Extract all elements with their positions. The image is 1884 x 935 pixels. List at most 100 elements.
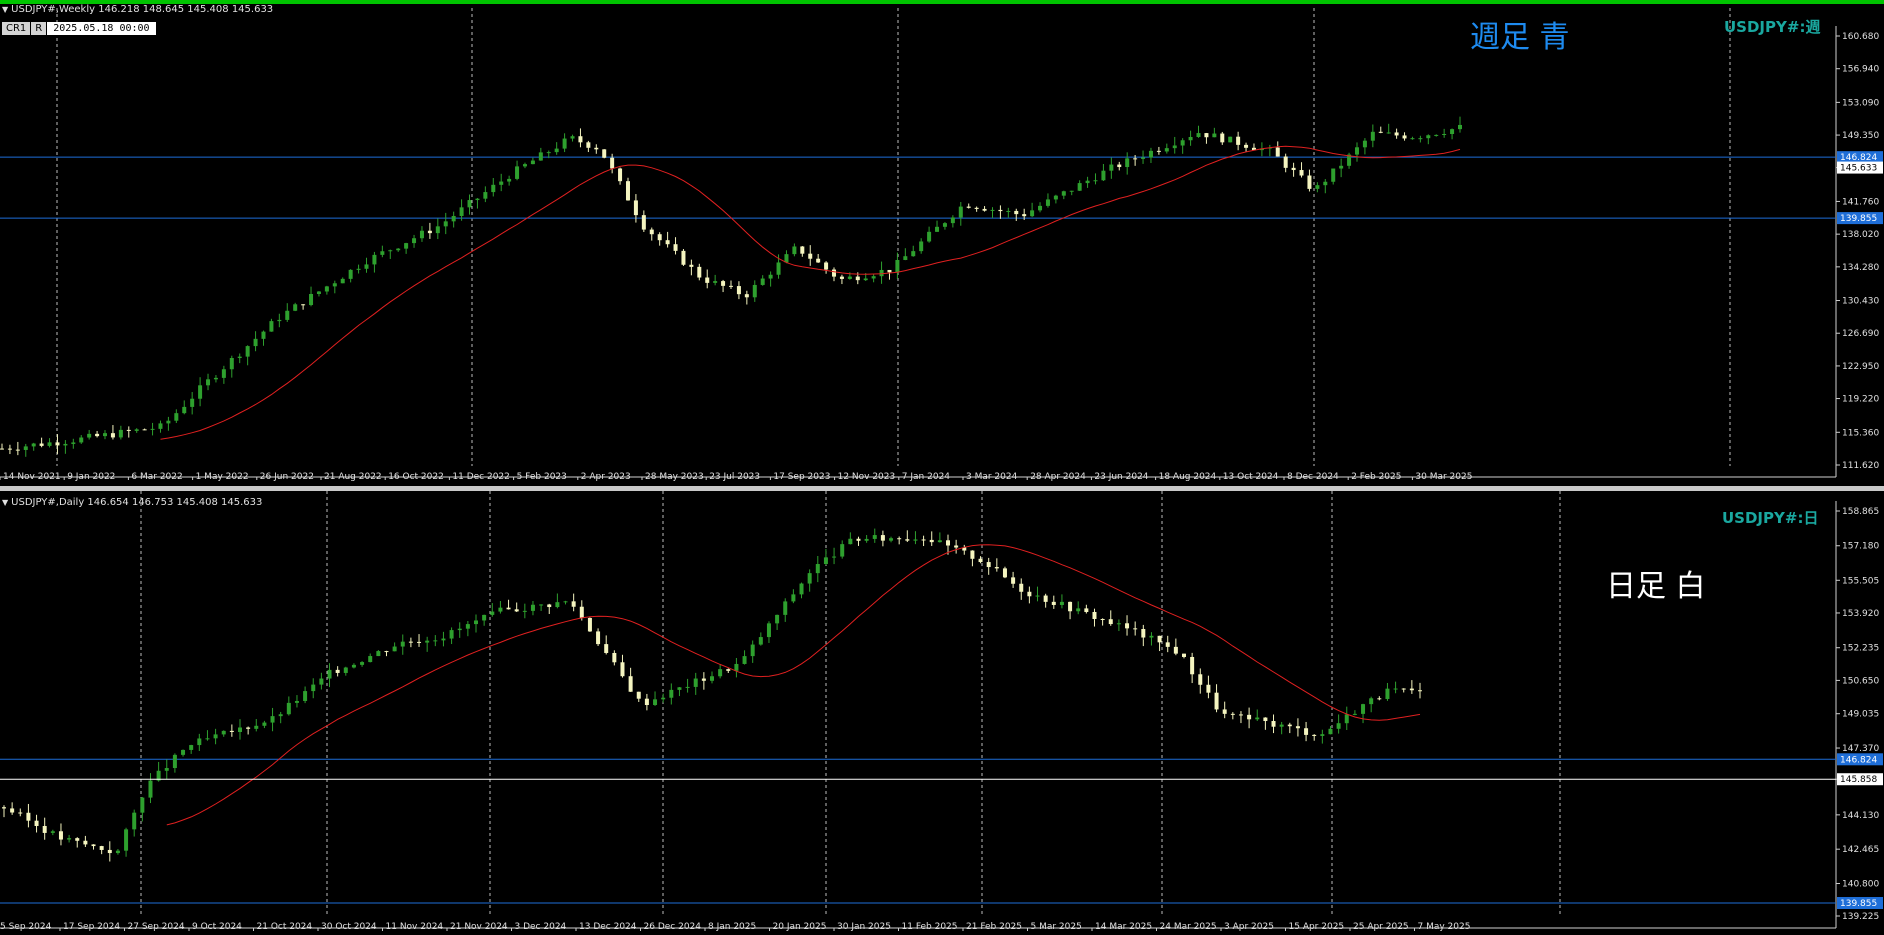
weekly-candle-body (665, 240, 670, 245)
daily-chart-canvas[interactable]: 158.865 157.180 155.505 153.920 152.235 150.6… (0, 491, 1884, 935)
date-field[interactable]: 2025.05.18 00:00 (47, 22, 156, 35)
weekly-candle-body (657, 234, 662, 241)
daily-candle-body (1084, 608, 1089, 612)
daily-candle-body (929, 539, 934, 543)
weekly-candle-body (404, 243, 409, 249)
weekly-candle-body (1030, 210, 1035, 217)
weekly-candle-body (839, 276, 844, 279)
weekly-current-price-label: 145.633 (1840, 164, 1877, 174)
weekly-candle-body (483, 192, 488, 199)
weekly-candle-body (293, 304, 298, 311)
collapse-triangle-icon[interactable]: ▼ (2, 498, 8, 507)
daily-candle-body (1092, 611, 1097, 619)
weekly-candle-body (1093, 180, 1098, 182)
daily-candle-body (99, 846, 104, 850)
daily-candle-body (294, 700, 299, 703)
daily-chart-panel[interactable]: 158.865 157.180 155.505 153.920 152.235 150.6… (0, 491, 1884, 935)
daily-xtick-label: 11 Feb 2025 (902, 922, 958, 932)
weekly-candle-body (372, 254, 377, 265)
daily-xtick-label: 15 Apr 2025 (1289, 922, 1345, 932)
daily-candle-body (1190, 656, 1195, 675)
weekly-candle-body (388, 250, 393, 252)
daily-candle-body (172, 754, 177, 769)
daily-candle-body (67, 838, 72, 840)
daily-candle-body (539, 604, 544, 606)
weekly-candle-body (229, 358, 234, 370)
daily-candle-body (465, 624, 470, 629)
weekly-candle-body (792, 246, 797, 255)
weekly-candle-body (213, 377, 218, 380)
weekly-xtick-label: 28 Apr 2024 (1030, 472, 1086, 482)
weekly-xtick-label: 16 Oct 2022 (388, 472, 444, 482)
weekly-moving-average-line (160, 145, 1461, 440)
weekly-candle-body (348, 269, 353, 279)
weekly-xtick-label: 12 Nov 2023 (838, 472, 896, 482)
daily-candle-body (905, 539, 910, 541)
daily-candle-body (425, 640, 430, 643)
weekly-candle-body (47, 442, 52, 446)
daily-candle-body (1173, 646, 1178, 654)
daily-ytick-label: 157.180 (1842, 542, 1879, 552)
daily-candle-body (1076, 608, 1081, 612)
weekly-candle-body (625, 181, 630, 201)
weekly-xtick-label: 5 Feb 2023 (517, 472, 567, 482)
weekly-candle-body (380, 251, 385, 255)
weekly-candle-body (499, 181, 504, 185)
weekly-candle-body (1109, 164, 1114, 171)
weekly-candle-body (1053, 195, 1058, 200)
daily-header: ▼ USDJPY#,Daily 146.654 146.753 145.408 1… (2, 497, 263, 508)
r-button[interactable]: R (31, 22, 47, 35)
daily-xtick-label: 27 Sep 2024 (128, 922, 185, 932)
weekly-candle-body (618, 168, 623, 182)
weekly-candle-body (1323, 181, 1328, 186)
weekly-candle-body (784, 254, 789, 263)
weekly-candle-body (998, 209, 1003, 212)
daily-candle-body (1059, 601, 1064, 605)
weekly-candle-body (1315, 185, 1320, 189)
daily-ytick-label: 139.225 (1842, 912, 1879, 922)
daily-candle-body (1043, 595, 1048, 602)
daily-candle-body (506, 607, 511, 610)
weekly-candle-body (198, 385, 203, 399)
weekly-candle-body (1204, 133, 1209, 138)
weekly-candle-body (435, 226, 440, 234)
cr1-button[interactable]: CR1 (2, 22, 31, 35)
daily-candle-body (368, 656, 373, 663)
weekly-xtick-label: 26 Jun 2022 (260, 472, 314, 482)
daily-candle-body (490, 611, 495, 615)
weekly-candle-body (546, 152, 551, 154)
weekly-candle-body (7, 448, 12, 450)
daily-candle-body (221, 730, 226, 735)
weekly-candle-body (713, 281, 718, 283)
weekly-chart-panel[interactable]: 160.680 156.940 153.090 149.350 145.633 141.7… (0, 0, 1884, 486)
weekly-candle-body (1180, 140, 1185, 146)
daily-xtick-label: 7 May 2025 (1418, 922, 1471, 932)
weekly-candle-body (950, 217, 955, 224)
daily-candle-body (1304, 728, 1309, 735)
daily-candle-body (417, 641, 422, 643)
daily-xtick-label: 21 Oct 2024 (257, 922, 313, 932)
weekly-candle-body (879, 269, 884, 277)
daily-candle-body (807, 573, 812, 584)
daily-candle-body (1295, 726, 1300, 729)
daily-xtick-label: 21 Feb 2025 (966, 922, 1022, 932)
daily-candle-body (1336, 723, 1341, 729)
weekly-candle-body (301, 304, 306, 306)
weekly-candle-body (39, 443, 44, 446)
weekly-candle-body (1038, 205, 1043, 211)
weekly-candle-body (87, 433, 92, 438)
daily-candle-body (596, 631, 601, 645)
weekly-chart-canvas[interactable]: 160.680 156.940 153.090 149.350 145.633 141.7… (0, 4, 1884, 486)
daily-candle-body (91, 844, 96, 847)
collapse-triangle-icon[interactable]: ▼ (2, 5, 8, 14)
daily-candle-body (1279, 724, 1284, 727)
weekly-candle-body (966, 206, 971, 208)
daily-candle-body (1019, 583, 1024, 592)
daily-candle-body (1377, 698, 1382, 700)
daily-candle-body (189, 745, 194, 750)
weekly-candle-body (1307, 175, 1312, 189)
weekly-candle-body (1354, 147, 1359, 155)
weekly-candle-body (816, 258, 821, 263)
weekly-candle-body (269, 321, 274, 332)
weekly-candle-body (594, 147, 599, 150)
